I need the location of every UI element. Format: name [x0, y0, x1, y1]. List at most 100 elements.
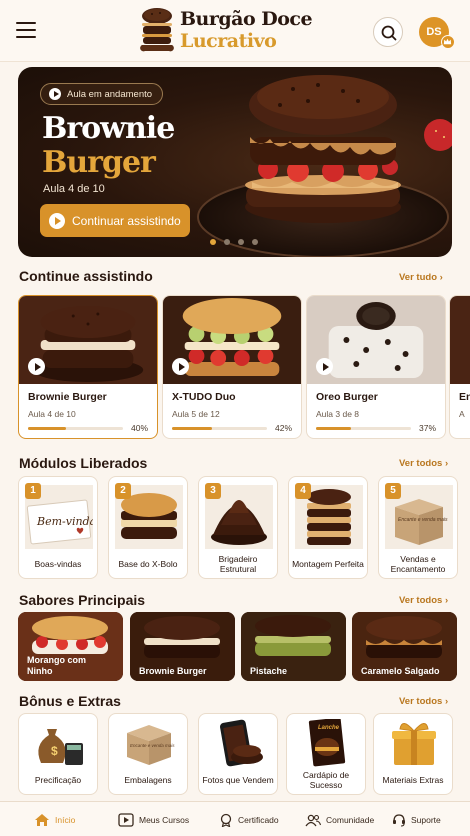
module-card[interactable]: 4 Montagem Perfeita: [288, 476, 368, 579]
course-title: Brownie Burger: [28, 391, 107, 403]
menu-icon[interactable]: [16, 22, 36, 38]
carousel-dot[interactable]: [224, 239, 230, 245]
course-lesson: Aula 5 de 12: [172, 409, 220, 419]
nav-label: Certificado: [238, 814, 279, 825]
phone-photo-icon: [220, 719, 263, 767]
welcome-card-text: Bem-vinda: [36, 515, 93, 528]
progress-fill: [172, 427, 212, 430]
see-all-bonus-link[interactable]: Ver todos ›: [399, 696, 448, 707]
burger-logo-icon: [140, 8, 174, 52]
progress-bar: [316, 427, 411, 430]
bonus-label: Embalagens: [124, 775, 172, 786]
hero-banner[interactable]: Aula em andamento Brownie Burger Aula 4 …: [18, 67, 452, 257]
carousel-dot[interactable]: [252, 239, 258, 245]
hero-brownie-burger-image: [197, 75, 452, 257]
play-icon: [49, 212, 65, 229]
chevron-right-icon: ›: [444, 458, 449, 469]
progress-fill: [28, 427, 66, 430]
flavor-card[interactable]: Brownie Burger: [130, 612, 235, 681]
course-title: X-TUDO Duo: [172, 391, 236, 403]
bonus-card[interactable]: Materiais Extras: [373, 713, 453, 795]
module-card[interactable]: Encante e venda mais 5 Vendas e Encantam…: [378, 476, 458, 579]
play-icon[interactable]: [316, 358, 333, 375]
certificate-icon: [220, 813, 232, 827]
chevron-right-icon: ›: [439, 272, 443, 283]
search-icon: [381, 25, 397, 41]
module-label: Boas-vindas: [34, 559, 82, 570]
course-lesson: Aula 3 de 8: [316, 409, 360, 419]
see-all-flavors-link[interactable]: Ver todos ›: [399, 595, 448, 606]
continue-watching-title: Continue assistindo: [19, 268, 153, 284]
bonus-card[interactable]: Lanche Cardápio de Sucesso: [286, 713, 366, 795]
svg-text:$: $: [51, 744, 58, 758]
nav-item-home[interactable]: Início: [34, 802, 75, 836]
nav-item-community[interactable]: Comunidade: [305, 802, 374, 836]
see-all-continue-link[interactable]: Ver tudo ›: [399, 272, 443, 283]
bonus-title: Bônus e Extras: [19, 693, 121, 709]
bonus-card[interactable]: $ Precificação: [18, 713, 98, 795]
chevron-right-icon: ›: [444, 696, 449, 707]
packaging-box-icon: Encante e venda mais: [127, 725, 175, 765]
gift-box-icon: [392, 723, 436, 765]
nav-item-courses[interactable]: Meus Cursos: [118, 802, 189, 836]
bonus-label: Materiais Extras: [382, 775, 444, 786]
module-card[interactable]: Bem-vinda 1 Boas-vindas: [18, 476, 98, 579]
see-all-modules-link[interactable]: Ver todos ›: [399, 458, 448, 469]
search-button[interactable]: [373, 17, 403, 47]
chevron-right-icon: ›: [444, 595, 449, 606]
module-number: 3: [205, 483, 221, 499]
hero-title-line2: Burger: [42, 145, 156, 180]
nav-item-certificate[interactable]: Certificado: [219, 802, 279, 836]
play-circle-icon: [49, 88, 61, 100]
continue-card[interactable]: Oreo Burger Aula 3 de 8 37%: [306, 295, 446, 439]
continue-watching-button[interactable]: Continuar assistindo: [40, 204, 190, 237]
module-card[interactable]: 2 Base do X-Bolo: [108, 476, 188, 579]
play-icon: [118, 812, 134, 827]
module-label: Vendas e Encantamento: [390, 554, 446, 574]
flavor-card[interactable]: Morango com Ninho: [18, 612, 123, 681]
continue-card[interactable]: Brownie Burger Aula 4 de 10 40%: [18, 295, 158, 439]
module-label: Brigadeiro Estrutural: [218, 554, 258, 574]
progress-fill: [316, 427, 352, 430]
see-all-label: Ver todos: [399, 696, 443, 707]
support-icon: [393, 813, 405, 827]
flavor-card[interactable]: Caramelo Salgado: [352, 612, 457, 681]
progress-percent: 42%: [274, 423, 292, 433]
course-title: Oreo Burger: [316, 391, 378, 403]
play-icon[interactable]: [172, 358, 189, 375]
crown-icon: [443, 38, 452, 45]
flavors-title: Sabores Principais: [19, 592, 146, 608]
course-title: En: [459, 391, 470, 403]
bottom-nav: Início Meus Cursos Certificado Comunidad…: [0, 801, 470, 836]
bonus-label: Fotos que Vendem: [202, 775, 274, 786]
continue-watching-label: Continuar assistindo: [72, 213, 181, 228]
menu-brand-text: Lanche: [318, 725, 340, 731]
see-all-label: Ver todos: [399, 458, 443, 469]
bonus-card[interactable]: Fotos que Vendem: [198, 713, 278, 795]
module-label: Montagem Perfeita: [292, 559, 364, 570]
progress-bar: [28, 427, 123, 430]
course-thumbnail: [450, 296, 470, 384]
money-bag-calculator-icon: $: [38, 729, 83, 765]
play-icon[interactable]: [28, 358, 45, 375]
bonus-card[interactable]: Encante e venda mais Embalagens: [108, 713, 188, 795]
module-number: 4: [295, 483, 311, 499]
see-all-label: Ver todos: [399, 595, 443, 606]
carousel-dot[interactable]: [210, 239, 216, 245]
flavor-label: Caramelo Salgado: [361, 665, 440, 676]
continue-card[interactable]: En A: [449, 295, 470, 439]
lesson-status-text: Aula em andamento: [67, 88, 153, 100]
course-lesson: Aula 4 de 10: [28, 409, 76, 419]
modules-title: Módulos Liberados: [19, 455, 148, 471]
flavor-card[interactable]: Pistache: [241, 612, 346, 681]
community-icon: [305, 814, 321, 826]
box-text: Encante e venda mais: [398, 517, 448, 523]
carousel-dot[interactable]: [238, 239, 244, 245]
nav-item-support[interactable]: Suporte: [392, 802, 441, 836]
home-icon: [35, 813, 49, 826]
see-all-label: Ver tudo: [399, 272, 438, 283]
flavor-label: Brownie Burger: [139, 665, 207, 676]
module-card[interactable]: 3 Brigadeiro Estrutural: [198, 476, 278, 579]
nav-label: Início: [55, 814, 76, 825]
continue-card[interactable]: X-TUDO Duo Aula 5 de 12 42%: [162, 295, 302, 439]
